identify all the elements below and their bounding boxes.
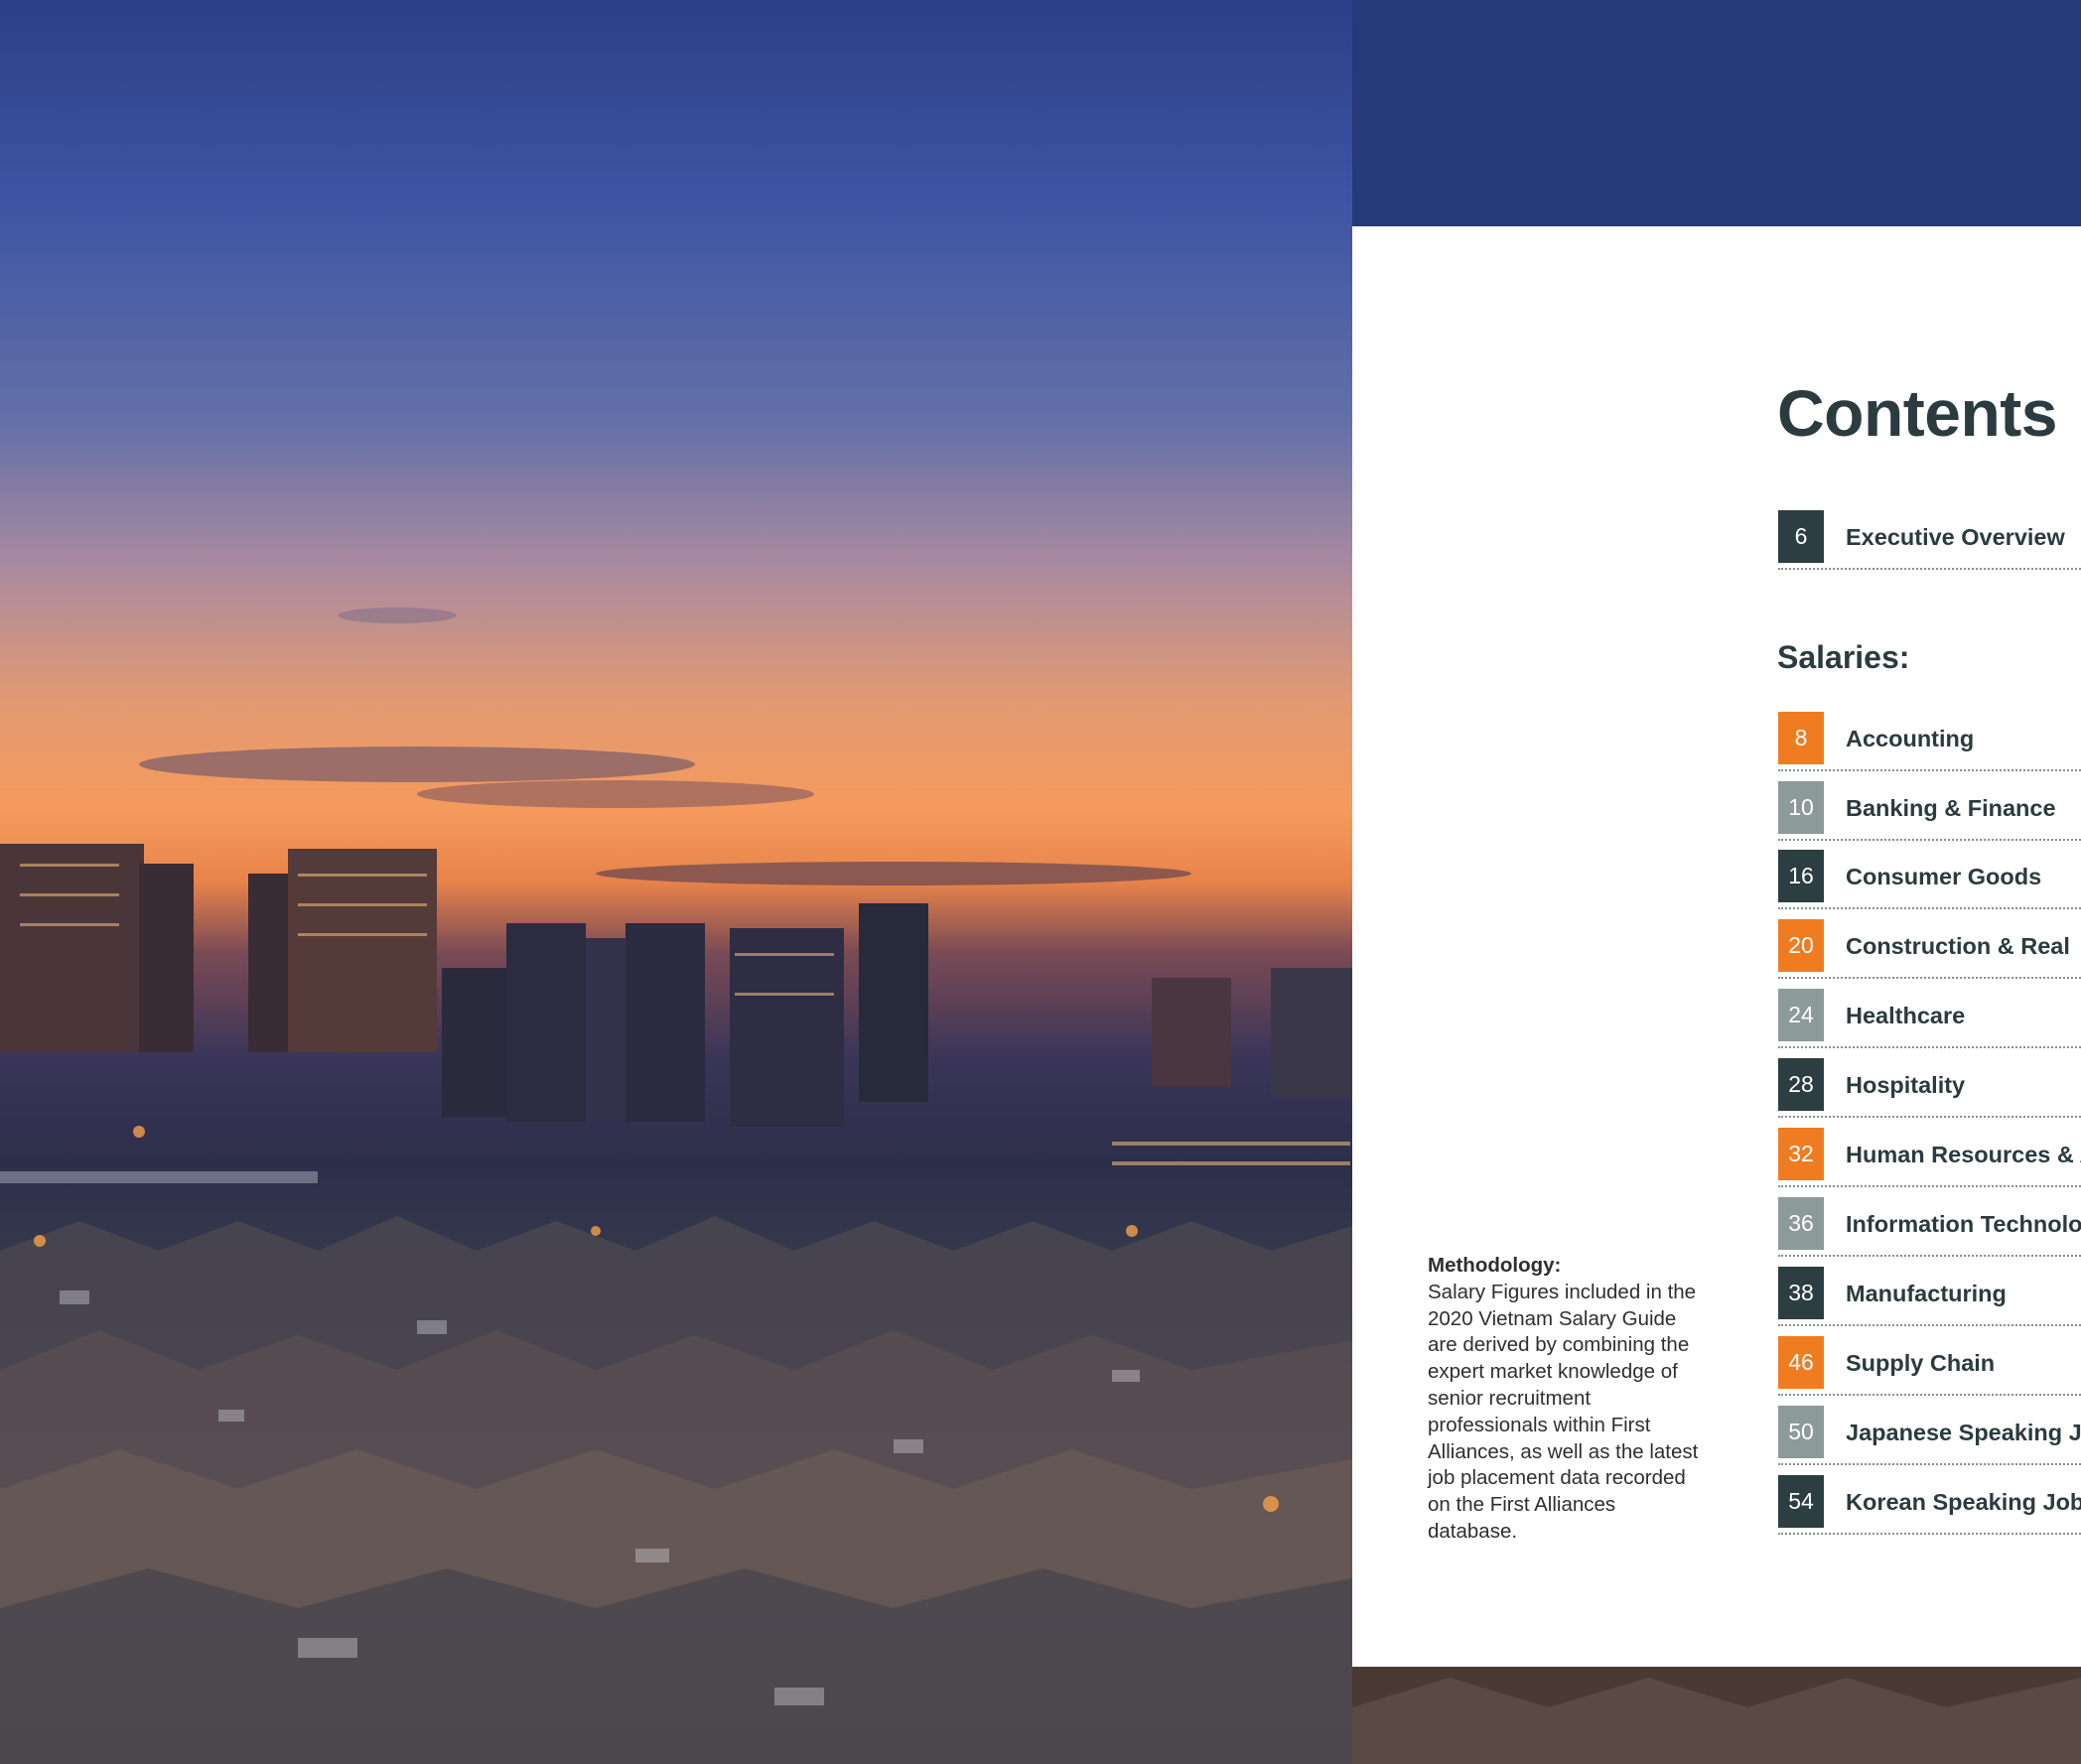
- toc-row[interactable]: 36 Information Technolo: [1778, 1197, 2081, 1257]
- toc-row[interactable]: 32 Human Resources & A: [1778, 1128, 2081, 1187]
- page-number-badge: 28: [1778, 1058, 1824, 1111]
- toc-label: Information Technolo: [1846, 1211, 2081, 1237]
- toc-row[interactable]: 10 Banking & Finance: [1778, 781, 2081, 841]
- toc-label: Korean Speaking Job: [1846, 1489, 2081, 1515]
- brochure-spread: Methodology: Salary Figures included in …: [0, 0, 2081, 1764]
- toc-row[interactable]: 46 Supply Chain: [1778, 1336, 2081, 1396]
- toc-row[interactable]: 28 Hospitality: [1778, 1058, 2081, 1118]
- toc-label: Healthcare: [1846, 1003, 1966, 1028]
- page-number-badge: 38: [1778, 1267, 1824, 1319]
- toc-label: Hospitality: [1846, 1072, 1966, 1098]
- toc-row[interactable]: 38 Manufacturing: [1778, 1267, 2081, 1326]
- contents-title: Contents: [1777, 376, 2057, 450]
- toc-row[interactable]: 50 Japanese Speaking J: [1778, 1406, 2081, 1465]
- page-number-badge: 36: [1778, 1197, 1824, 1250]
- page-number-badge: 50: [1778, 1406, 1824, 1458]
- methodology-heading: Methodology:: [1428, 1254, 1562, 1277]
- page-number-badge: 8: [1778, 712, 1824, 764]
- toc-label: Construction & Real: [1846, 933, 2070, 959]
- page-number-badge: 16: [1778, 850, 1824, 902]
- page-number-badge: 24: [1778, 989, 1824, 1041]
- page-number-badge: 10: [1778, 781, 1824, 834]
- toc-label: Japanese Speaking J: [1846, 1420, 2081, 1445]
- methodology-body: Salary Figures included in the 2020 Viet…: [1428, 1280, 1699, 1543]
- toc-label: Banking & Finance: [1846, 795, 2056, 821]
- toc-label: Supply Chain: [1846, 1350, 1996, 1376]
- page-number-badge: 54: [1778, 1475, 1824, 1528]
- toc-label: Executive Overview: [1846, 524, 2065, 550]
- toc-label: Consumer Goods: [1846, 864, 2042, 889]
- toc-row[interactable]: 16 Consumer Goods: [1778, 850, 2081, 909]
- toc-row[interactable]: 54 Korean Speaking Job: [1778, 1475, 2081, 1535]
- toc-row[interactable]: 20 Construction & Real: [1778, 919, 2081, 979]
- page-number-badge: 6: [1778, 510, 1824, 563]
- toc-row-executive-overview[interactable]: 6 Executive Overview: [1778, 510, 2081, 570]
- salaries-heading: Salaries:: [1777, 639, 1910, 675]
- methodology-note: Methodology: Salary Figures included in …: [1428, 1253, 1706, 1546]
- toc-label: Manufacturing: [1846, 1281, 2007, 1306]
- toc-label: Human Resources & A: [1846, 1142, 2081, 1167]
- toc-row[interactable]: 8 Accounting: [1778, 712, 2081, 771]
- toc-label: Accounting: [1846, 726, 1975, 751]
- page-number-badge: 32: [1778, 1128, 1824, 1180]
- page-number-badge: 46: [1778, 1336, 1824, 1389]
- toc-row[interactable]: 24 Healthcare: [1778, 989, 2081, 1048]
- page-number-badge: 20: [1778, 919, 1824, 972]
